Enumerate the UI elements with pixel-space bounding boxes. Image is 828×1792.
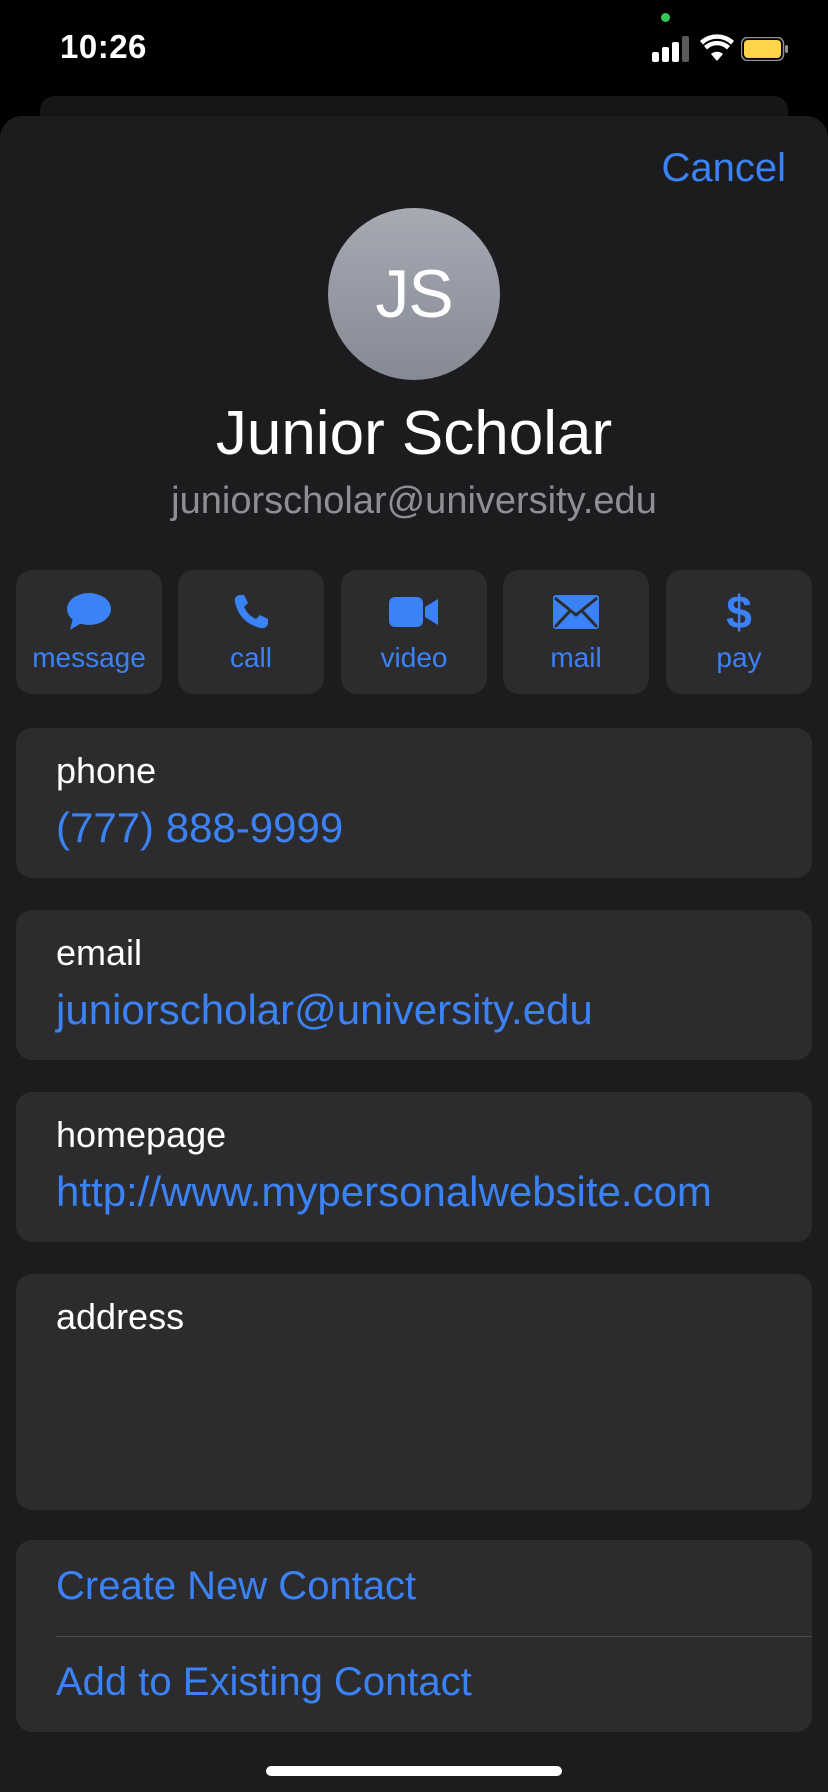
phone-field[interactable]: phone (777) 888-9999: [16, 728, 812, 878]
add-to-existing-contact-button[interactable]: Add to Existing Contact: [56, 1660, 472, 1705]
status-time: 10:26: [60, 28, 147, 65]
video-label: video: [380, 642, 448, 673]
video-button[interactable]: video: [341, 570, 487, 694]
divider: [56, 1636, 812, 1637]
contact-sheet: Cancel JS Junior Scholar juniorscholar@u…: [0, 116, 828, 1792]
contact-subtitle: juniorscholar@university.edu: [171, 480, 657, 522]
homepage-field[interactable]: homepage http://www.mypersonalwebsite.co…: [16, 1092, 812, 1242]
phone-value[interactable]: (777) 888-9999: [56, 804, 343, 852]
cellular-signal-icon: [652, 36, 692, 62]
address-field[interactable]: address: [16, 1274, 812, 1510]
pay-button[interactable]: $ pay: [666, 570, 812, 694]
dollar-icon: $: [726, 588, 752, 636]
email-value[interactable]: juniorscholar@university.edu: [56, 986, 593, 1034]
cancel-button[interactable]: Cancel: [661, 146, 786, 191]
call-label: call: [229, 642, 272, 673]
home-indicator[interactable]: [266, 1766, 562, 1776]
status-bar: 10:26: [0, 0, 828, 100]
wifi-icon: [700, 34, 734, 61]
email-label: email: [56, 932, 143, 973]
homepage-value[interactable]: http://www.mypersonalwebsite.com: [56, 1168, 712, 1216]
avatar-initials: JS: [375, 256, 453, 332]
envelope-icon: [553, 595, 599, 629]
call-button[interactable]: call: [178, 570, 324, 694]
homepage-label: homepage: [56, 1114, 227, 1155]
phone-label: phone: [56, 750, 157, 791]
contact-actions-card: Create New Contact Add to Existing Conta…: [16, 1540, 812, 1732]
address-label: address: [56, 1296, 185, 1337]
avatar: JS: [328, 208, 500, 380]
message-bubble-icon: [67, 593, 111, 630]
quick-actions: message call video mail $ pay: [16, 570, 812, 694]
create-new-contact-button[interactable]: Create New Contact: [56, 1564, 416, 1609]
privacy-indicator-dot: [661, 13, 670, 22]
mail-button[interactable]: mail: [503, 570, 649, 694]
battery-icon: [741, 37, 788, 61]
email-field[interactable]: email juniorscholar@university.edu: [16, 910, 812, 1060]
mail-label: mail: [550, 642, 602, 673]
message-button[interactable]: message: [16, 570, 162, 694]
message-label: message: [32, 642, 146, 673]
pay-label: pay: [716, 642, 762, 673]
svg-text:$: $: [726, 588, 752, 636]
video-camera-icon: [389, 597, 438, 627]
contact-name: Junior Scholar: [215, 399, 613, 468]
phone-icon: [234, 595, 268, 629]
